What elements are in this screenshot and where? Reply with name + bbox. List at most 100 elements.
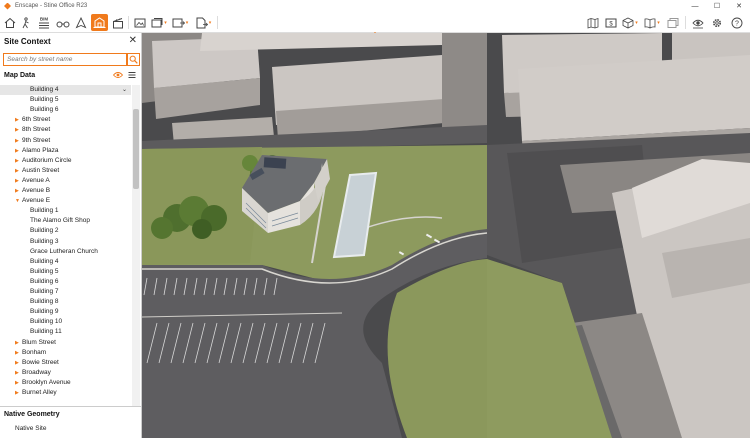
divider bbox=[0, 406, 141, 407]
cube-icon[interactable]: ▾ bbox=[621, 14, 639, 31]
walk-icon[interactable] bbox=[19, 14, 33, 31]
tree-item-label: Building 9 bbox=[30, 308, 59, 316]
home-icon[interactable] bbox=[3, 14, 17, 31]
tree-building-item[interactable]: Grace Lutheran Church bbox=[0, 247, 131, 257]
tree-building-item[interactable]: Building 9 bbox=[0, 307, 131, 317]
tree-item-label: Grace Lutheran Church bbox=[30, 247, 98, 255]
close-window-button[interactable]: ✕ bbox=[728, 0, 750, 12]
expand-right-icon[interactable]: ▶ bbox=[15, 125, 19, 135]
tree-street-item[interactable]: ▶ Avenue A bbox=[0, 176, 131, 186]
expand-right-icon[interactable]: ▶ bbox=[15, 378, 19, 388]
tree-street-item[interactable]: ▶ Broadway bbox=[0, 368, 131, 378]
book-icon[interactable]: ▾ bbox=[643, 14, 661, 31]
tree-scrollbar[interactable] bbox=[132, 85, 140, 406]
expand-right-icon[interactable]: ▶ bbox=[15, 115, 19, 125]
render-viewport[interactable] bbox=[142, 33, 750, 438]
title-bar: Enscape - Stine Office R23 — ☐ ✕ bbox=[0, 0, 750, 12]
tree-item-label: Building 5 bbox=[30, 96, 59, 104]
compass-icon[interactable] bbox=[74, 14, 88, 31]
tree-building-item[interactable]: Building 5 bbox=[0, 267, 131, 277]
material-icon[interactable] bbox=[666, 14, 680, 31]
search-field[interactable] bbox=[3, 53, 127, 66]
tree-street-item[interactable]: ▶ Austin Street bbox=[0, 166, 131, 176]
expand-right-icon[interactable]: ▶ bbox=[15, 348, 19, 358]
dollar-icon[interactable]: $ bbox=[604, 14, 618, 31]
close-panel-button[interactable]: ✕ bbox=[129, 35, 137, 46]
expand-right-icon[interactable]: ▶ bbox=[15, 156, 19, 166]
tree-building-item[interactable]: Building 5 bbox=[0, 95, 131, 105]
tree-item-label: Building 2 bbox=[30, 227, 59, 235]
tree-building-item[interactable]: Building 4 bbox=[0, 257, 131, 267]
tree-item-label: Burnet Alley bbox=[22, 389, 57, 396]
minimize-button[interactable]: — bbox=[684, 0, 706, 12]
maximize-button[interactable]: ☐ bbox=[706, 0, 728, 12]
bim-info-icon[interactable]: BIM bbox=[36, 14, 52, 31]
tree-item-label: 9th Street bbox=[22, 136, 51, 144]
expand-right-icon[interactable]: ▶ bbox=[15, 358, 19, 368]
tree-item-label: Building 7 bbox=[30, 288, 59, 295]
tree-street-item[interactable]: ▶ Avenue B bbox=[0, 186, 131, 196]
tree-item-label: Building 6 bbox=[30, 277, 59, 285]
expand-right-icon[interactable]: ▶ bbox=[15, 368, 19, 378]
site-context-icon[interactable] bbox=[91, 14, 108, 31]
menu-icon[interactable] bbox=[128, 71, 136, 79]
tree-item-label: Avenue A bbox=[22, 176, 50, 184]
map-data-tree: Building 4 ⌄ Building 5 Building 6 ▶ 6th Stre… bbox=[0, 85, 131, 406]
tree-street-item[interactable]: ▶ Brooklyn Avenue bbox=[0, 378, 131, 388]
tree-item-label: Blum Street bbox=[22, 338, 56, 346]
tree-building-item[interactable]: Building 3 bbox=[0, 237, 131, 247]
tree-building-item[interactable]: Building 11 bbox=[0, 327, 131, 337]
toolbar-separator bbox=[685, 16, 686, 29]
tree-building-item[interactable]: Building 10 bbox=[0, 317, 131, 327]
expand-right-icon[interactable]: ▶ bbox=[15, 176, 19, 186]
map-icon[interactable] bbox=[586, 14, 600, 31]
tree-street-item[interactable]: ▶ Auditorium Circle bbox=[0, 156, 131, 166]
tree-street-item[interactable]: ▶ Bowie Street bbox=[0, 358, 131, 368]
tree-building-item[interactable]: Building 2 bbox=[0, 226, 131, 236]
expand-right-icon[interactable]: ▶ bbox=[15, 338, 19, 348]
expand-right-icon[interactable]: ▶ bbox=[15, 186, 19, 196]
tree-building-item[interactable]: The Alamo Gift Shop bbox=[0, 216, 131, 226]
tree-item-label: Building 6 bbox=[30, 106, 59, 114]
tree-street-item[interactable]: ▶ Burnet Alley bbox=[0, 388, 131, 398]
expand-right-icon[interactable]: ▶ bbox=[15, 166, 19, 176]
native-geometry-heading: Native Geometry bbox=[4, 411, 60, 418]
expand-right-icon[interactable]: ▶ bbox=[15, 146, 19, 156]
tree-item-label: Building 11 bbox=[30, 328, 62, 336]
tree-street-item[interactable]: ▶ Blum Street bbox=[0, 338, 131, 348]
scene-render[interactable] bbox=[142, 33, 750, 438]
tree-building-item[interactable]: Building 7 bbox=[0, 287, 131, 297]
tree-building-item[interactable]: Building 4 ⌄ bbox=[0, 85, 131, 95]
export-image-icon[interactable]: ▾ bbox=[171, 14, 189, 31]
tree-street-item[interactable]: ▼ Avenue E bbox=[0, 196, 131, 206]
batch-render-icon[interactable]: ▾ bbox=[150, 14, 168, 31]
scrollbar-thumb[interactable] bbox=[133, 109, 139, 189]
tree-building-item[interactable]: Building 8 bbox=[0, 297, 131, 307]
binoculars-icon[interactable] bbox=[55, 14, 71, 31]
expand-right-icon[interactable]: ▶ bbox=[15, 388, 19, 398]
help-icon[interactable]: ? bbox=[730, 14, 744, 31]
tree-building-item[interactable]: Building 6 bbox=[0, 277, 131, 287]
tree-street-item[interactable]: ▶ Alamo Plaza bbox=[0, 146, 131, 156]
tree-street-item[interactable]: ▶ 9th Street bbox=[0, 136, 131, 146]
visibility-icon[interactable] bbox=[691, 14, 705, 31]
screenshot-icon[interactable] bbox=[133, 14, 147, 31]
eye-icon[interactable] bbox=[113, 71, 123, 79]
export-web-icon[interactable]: ▾ bbox=[194, 14, 212, 31]
tree-item-label: Bonham bbox=[22, 348, 47, 356]
chevron-down-icon[interactable]: ⌄ bbox=[122, 85, 127, 95]
tree-item-label: The Alamo Gift Shop bbox=[30, 217, 90, 225]
tree-street-item[interactable]: ▶ 6th Street bbox=[0, 115, 131, 125]
search-button[interactable] bbox=[127, 53, 140, 66]
expand-down-icon[interactable]: ▼ bbox=[15, 196, 20, 206]
tree-street-item[interactable]: ▶ Bonham bbox=[0, 348, 131, 358]
expand-right-icon[interactable]: ▶ bbox=[15, 136, 19, 146]
tree-item-label: Building 1 bbox=[30, 207, 59, 215]
tree-building-item[interactable]: Building 1 bbox=[0, 206, 131, 216]
clapperboard-icon[interactable] bbox=[111, 14, 125, 31]
native-site-item[interactable]: Native Site bbox=[15, 425, 46, 432]
tree-street-item[interactable]: ▶ 8th Street bbox=[0, 125, 131, 135]
settings-icon[interactable] bbox=[710, 14, 724, 31]
tree-building-item[interactable]: Building 6 bbox=[0, 105, 131, 115]
search-input[interactable] bbox=[4, 54, 126, 65]
